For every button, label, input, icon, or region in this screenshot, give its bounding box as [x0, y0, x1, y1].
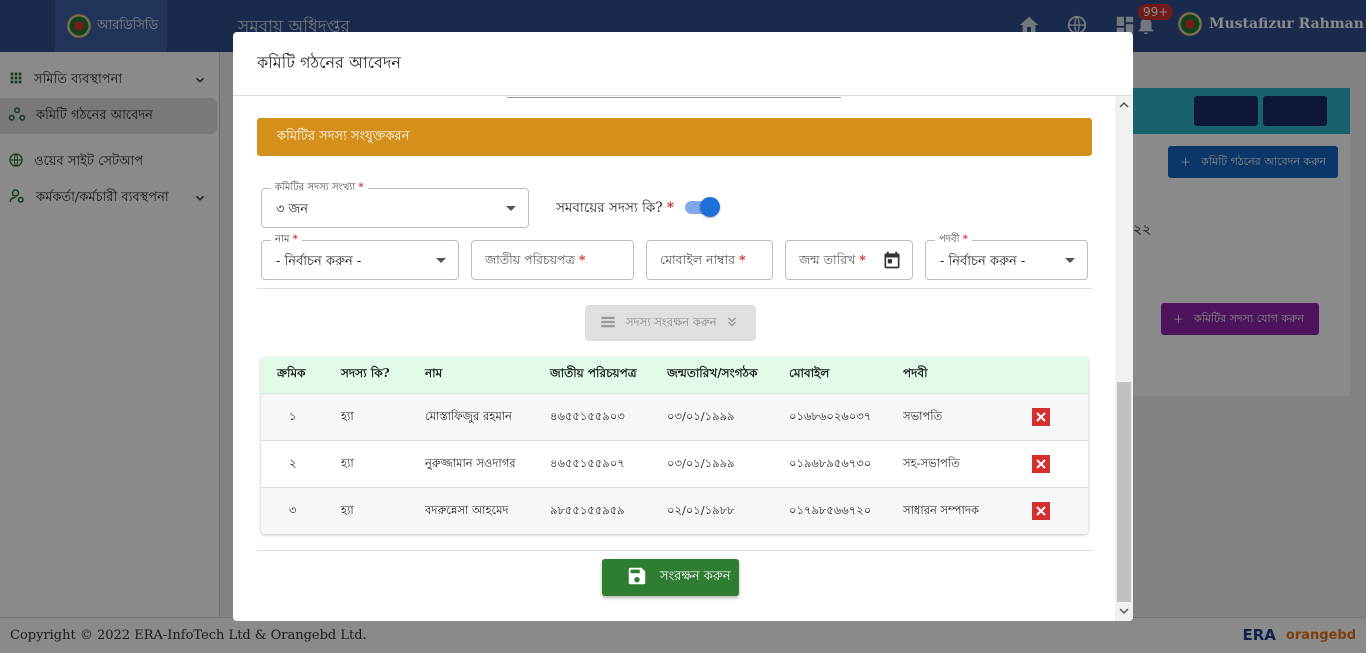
member-count-value: ৩ জন — [276, 202, 308, 217]
cell-serial: ১ — [289, 408, 297, 423]
cell-name: বদরুন্নেসা আহমেদ — [425, 502, 509, 517]
cell-name: নুরুজ্জামান সওদাগর — [425, 455, 516, 470]
cell-nid: ৯৮৫৫১৫৫৯৫৯ — [550, 502, 625, 517]
cell-serial: ২ — [289, 455, 297, 470]
list-icon — [598, 313, 618, 334]
cell-dob: ০৩/০১/১৯৯৯ — [667, 408, 735, 423]
member-count-select[interactable]: কমিটির সদস্য সংখ্যা * ৩ জন — [261, 182, 529, 228]
scroll-up-icon[interactable] — [1117, 98, 1131, 112]
cell-position: সভাপতি — [903, 408, 943, 423]
cell-nid: ৪৬৫৫১৫৫৯০৩ — [550, 408, 625, 423]
save-button[interactable]: সংরক্ষন করুন — [602, 559, 739, 596]
cell-serial: ৩ — [289, 502, 297, 517]
mobile-placeholder: মোবাইল নাম্বার — [660, 252, 735, 267]
col-header-nid: জাতীয় পরিচয়পত্র — [550, 366, 637, 380]
col-header-is-member: সদস্য কি? — [341, 366, 390, 380]
cell-dob: ০৩/০১/১৯৯৯ — [667, 455, 735, 470]
dob-input[interactable]: জন্ম তারিখ * — [785, 240, 913, 280]
cell-position: সাধারন সম্পাদক — [903, 502, 979, 517]
save-icon — [626, 565, 648, 591]
cell-position: সহ-সভাপতি — [903, 455, 960, 470]
cell-mobile: ০১৬৮৬০২৬০৩৭ — [789, 408, 872, 423]
double-chevron-down-icon — [725, 315, 739, 332]
cell-name: মোস্তাফিজুর রহমান — [425, 408, 512, 423]
save-member-label: সদস্য সংরক্ষন করুন — [626, 314, 717, 329]
table-row: ৩ হ্যা বদরুন্নেসা আহমেদ ৯৮৫৫১৫৫৯৫৯ ০২/০১… — [261, 487, 1088, 534]
modal-title: কমিটি গঠনের আবেদন — [233, 32, 1133, 96]
save-member-button[interactable]: সদস্য সংরক্ষন করুন — [585, 305, 756, 341]
modal-body: কমিটির সদস্য সংযুক্তকরন কমিটির সদস্য সংখ… — [233, 96, 1115, 621]
cell-is-member: হ্যা — [341, 455, 354, 470]
position-value: - নির্বাচন করুন - — [940, 254, 1026, 269]
table-row: ২ হ্যা নুরুজ্জামান সওদাগর ৪৬৫৫১৫৫৯০৭ ০৩/… — [261, 440, 1088, 487]
name-value: - নির্বাচন করুন - — [276, 254, 362, 269]
delete-icon[interactable] — [1032, 408, 1050, 426]
scroll-down-icon[interactable] — [1117, 604, 1131, 618]
divider — [257, 550, 1092, 551]
name-label: নাম — [275, 234, 290, 245]
cell-nid: ৪৬৫৫১৫৫৯০৭ — [550, 455, 625, 470]
delete-icon[interactable] — [1032, 455, 1050, 473]
table-row: ১ হ্যা মোস্তাফিজুর রহমান ৪৬৫৫১৫৫৯০৩ ০৩/০… — [261, 393, 1088, 440]
col-header-name: নাম — [425, 366, 443, 380]
dropdown-caret-icon — [506, 206, 516, 211]
is-member-label: সমবায়ের সদস্য কি? — [556, 200, 663, 216]
cell-is-member: হ্যা — [341, 408, 354, 423]
mobile-input[interactable]: মোবাইল নাম্বার * — [646, 240, 773, 280]
table-header: ক্রমিক সদস্য কি? নাম জাতীয় পরিচয়পত্র জ… — [261, 357, 1088, 393]
member-count-label: কমিটির সদস্য সংখ্যা — [275, 182, 356, 193]
cell-mobile: ০১৭৯৮৫৬৬৭২০ — [789, 502, 872, 517]
col-header-mobile: মোবাইল — [789, 366, 830, 380]
cell-mobile: ০১৯৬৮৯৫৬৭৩০ — [789, 455, 872, 470]
col-header-dob: জন্মতারিখ/সংগঠক — [667, 366, 758, 380]
cell-dob: ০২/০১/১৯৮৮ — [667, 502, 735, 517]
cell-is-member: হ্যা — [341, 502, 354, 517]
scrollbar-thumb[interactable] — [1117, 382, 1131, 602]
delete-icon[interactable] — [1032, 502, 1050, 520]
nid-placeholder: জাতীয় পরিচয়পত্র — [485, 252, 575, 267]
col-header-serial: ক্রমিক — [277, 366, 306, 380]
col-header-position: পদবী — [903, 366, 928, 380]
dropdown-caret-icon — [1065, 258, 1075, 263]
dob-placeholder: জন্ম তারিখ — [799, 252, 856, 267]
name-select[interactable]: নাম * - নির্বাচন করুন - — [261, 234, 459, 280]
members-table: ক্রমিক সদস্য কি? নাম জাতীয় পরিচয়পত্র জ… — [261, 357, 1088, 534]
divider — [257, 288, 1092, 289]
position-label: পদবী — [939, 234, 960, 245]
position-select[interactable]: পদবী * - নির্বাচন করুন - — [925, 234, 1088, 280]
committee-application-modal: কমিটি গঠনের আবেদন কমিটির সদস্য সংযুক্তকর… — [233, 32, 1133, 621]
section-title-bar: কমিটির সদস্য সংযুক্তকরন — [257, 118, 1092, 156]
previous-field-underline — [507, 96, 841, 98]
dropdown-caret-icon — [436, 258, 446, 263]
save-label: সংরক্ষন করুন — [660, 569, 731, 584]
nid-input[interactable]: জাতীয় পরিচয়পত্র * — [471, 240, 634, 280]
calendar-icon[interactable] — [882, 250, 902, 274]
is-member-toggle[interactable] — [683, 196, 721, 218]
